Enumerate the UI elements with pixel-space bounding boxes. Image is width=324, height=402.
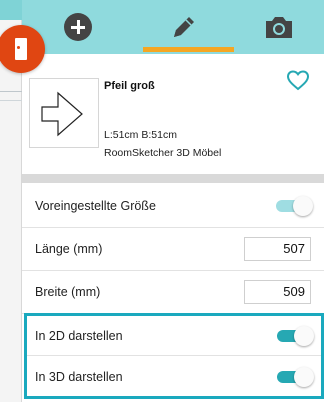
width-row: Breite (mm) 509 xyxy=(22,271,324,314)
object-source: RoomSketcher 3D Möbel xyxy=(104,147,222,159)
panel-toolbar xyxy=(22,0,324,54)
canvas-wall-line xyxy=(0,91,22,92)
canvas-toolbar-edge xyxy=(0,0,22,20)
section-divider xyxy=(22,174,324,183)
length-input[interactable]: 507 xyxy=(244,237,311,261)
heart-outline-icon[interactable] xyxy=(286,69,310,91)
tab-camera[interactable] xyxy=(234,0,324,54)
width-input[interactable]: 509 xyxy=(244,280,311,304)
properties-panel: Pfeil groß L:51cm B:51cm RoomSketcher 3D… xyxy=(22,0,324,402)
door-icon xyxy=(15,38,27,60)
show-3d-label: In 3D darstellen xyxy=(35,370,123,384)
tab-edit[interactable] xyxy=(134,0,234,54)
canvas-wall-line xyxy=(0,100,22,101)
object-card: Pfeil groß L:51cm B:51cm RoomSketcher 3D… xyxy=(22,54,324,174)
object-title: Pfeil groß xyxy=(104,80,155,92)
plus-circle-icon xyxy=(64,13,92,41)
show-2d-toggle[interactable] xyxy=(277,325,314,346)
camera-icon xyxy=(266,17,292,38)
show-2d-label: In 2D darstellen xyxy=(35,328,123,343)
toggle-knob xyxy=(293,196,313,216)
show-2d-row: In 2D darstellen xyxy=(27,316,321,356)
pencil-icon xyxy=(174,17,194,37)
preset-size-row: Voreingestellte Größe xyxy=(22,185,324,228)
toggle-knob xyxy=(294,325,314,346)
show-3d-toggle[interactable] xyxy=(277,367,314,387)
arrow-shape-icon xyxy=(41,91,83,137)
object-dimensions: L:51cm B:51cm xyxy=(104,129,177,141)
preset-size-toggle[interactable] xyxy=(276,196,313,216)
show-3d-row: In 3D darstellen xyxy=(27,357,321,397)
object-thumbnail xyxy=(29,78,99,148)
visibility-highlight-box: In 2D darstellen In 3D darstellen xyxy=(24,313,324,399)
length-row: Länge (mm) 507 xyxy=(22,228,324,271)
toggle-knob xyxy=(294,367,314,387)
